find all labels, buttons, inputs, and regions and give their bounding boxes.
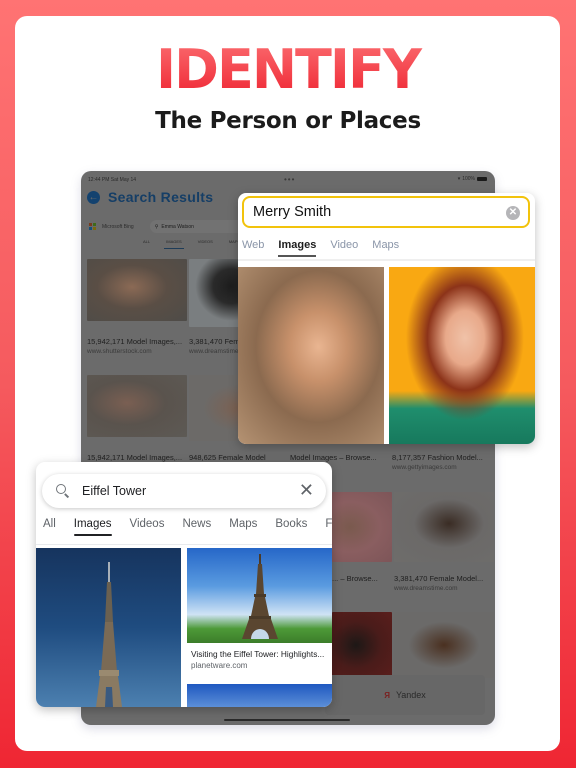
search-tabs: All Images Videos News Maps Books Flight…	[43, 518, 332, 536]
result-title[interactable]: 15,942,171 Model Images,...	[87, 337, 182, 346]
tab-web[interactable]: Web	[242, 239, 264, 251]
tab-images[interactable]: Images	[73, 518, 112, 536]
tab-all[interactable]: All	[43, 518, 56, 530]
result-image[interactable]	[332, 492, 392, 562]
page-title: Search Results	[108, 189, 214, 205]
bing-search-value: Emma Watson	[161, 223, 194, 230]
result-title[interactable]: 15,942,171 Model Images,...	[87, 453, 182, 462]
clear-icon[interactable]: ✕	[506, 206, 520, 220]
result-title[interactable]: Visiting the Eiffel Tower: Highlights...	[191, 649, 324, 659]
result-photo-eiffel-tower[interactable]	[36, 548, 181, 707]
result-url: www.dreamstime.com	[394, 585, 458, 592]
tab-maps[interactable]: Maps	[229, 518, 257, 530]
tab-maps[interactable]: Maps	[372, 239, 399, 251]
wifi-icon: ▾	[457, 176, 461, 182]
result-title[interactable]: 3,381,470 Female Model...	[394, 574, 483, 583]
result-image[interactable]	[332, 612, 392, 678]
google-search-card: Eiffel Tower ✕ All Images Videos News Ma…	[36, 462, 332, 707]
divider	[36, 544, 332, 545]
yandex-button[interactable]: Я Yandex	[325, 675, 485, 715]
search-engine-name: Microsoft Bing	[102, 223, 134, 230]
yandex-label: Yandex	[395, 690, 426, 700]
tab-images[interactable]: Images	[278, 239, 316, 257]
search-input-value: Eiffel Tower	[82, 484, 147, 498]
close-icon[interactable]: ✕	[299, 480, 314, 500]
back-arrow-icon[interactable]: ←	[87, 190, 100, 204]
microsoft-logo-icon	[89, 223, 96, 230]
result-photo-woman-redhead[interactable]	[389, 267, 535, 444]
result-photo-woman-blonde[interactable]	[238, 267, 384, 444]
search-icon	[56, 484, 70, 498]
tab-flights[interactable]: Flights	[325, 518, 332, 530]
result-title[interactable]: Model Images – Browse...	[290, 453, 377, 462]
result-title[interactable]: 8,177,357 Fashion Model...	[392, 453, 483, 462]
battery-percent: 100%	[462, 176, 475, 182]
battery-icon	[477, 177, 487, 181]
result-title[interactable]: ... – Browse...	[332, 574, 378, 583]
eiffel-tower-graphic	[96, 562, 122, 707]
status-bar: 12:44 PM Sat May 14 ••• ▾ 100%	[81, 171, 495, 187]
search-input[interactable]: Merry Smith ✕	[242, 196, 530, 228]
search-tabs: Web Images Video Maps	[242, 239, 399, 257]
result-photo-eiffel-tower-sky[interactable]	[187, 684, 332, 707]
headline: IDENTIFY	[0, 40, 576, 100]
tab-news[interactable]: News	[182, 518, 211, 530]
bing-header: Microsoft Bing ⚲ Emma Watson	[89, 220, 250, 233]
divider	[238, 259, 535, 261]
tab-video[interactable]: Video	[330, 239, 358, 251]
result-image[interactable]	[394, 492, 494, 562]
bing-search-input[interactable]: ⚲ Emma Watson	[149, 220, 250, 233]
bing-tabs: ALL IMAGES VIDEOS MAPS	[143, 239, 240, 249]
tab-books[interactable]: Books	[275, 518, 307, 530]
result-title[interactable]: 948,625 Female Model	[189, 453, 266, 462]
tab-all[interactable]: ALL	[143, 239, 150, 244]
result-url: www.gettyimages.com	[392, 464, 457, 471]
result-image[interactable]	[87, 259, 187, 321]
search-input-value: Merry Smith	[253, 204, 332, 220]
multitask-dots[interactable]: •••	[284, 175, 295, 184]
subheadline: The Person or Places	[155, 108, 421, 134]
result-url: planetware.com	[191, 661, 248, 670]
search-icon: ⚲	[154, 223, 159, 230]
home-indicator[interactable]	[224, 719, 350, 721]
result-photo-eiffel-tower-park[interactable]	[187, 548, 332, 643]
search-input[interactable]: Eiffel Tower ✕	[42, 474, 326, 508]
tab-images[interactable]: IMAGES	[164, 239, 184, 249]
image-search-card: Merry Smith ✕ Web Images Video Maps	[238, 193, 535, 444]
yandex-logo-icon: Я	[384, 690, 390, 700]
title-row: ← Search Results	[87, 189, 213, 205]
result-image[interactable]	[87, 375, 187, 437]
eiffel-tower-graphic	[242, 554, 278, 639]
tab-videos[interactable]: VIDEOS	[198, 239, 213, 244]
tab-videos[interactable]: Videos	[130, 518, 165, 530]
status-indicators: ▾ 100%	[458, 176, 487, 182]
result-image[interactable]	[394, 612, 494, 678]
status-time: 12:44 PM Sat May 14	[88, 177, 137, 183]
result-url: www.shutterstock.com	[87, 348, 152, 355]
